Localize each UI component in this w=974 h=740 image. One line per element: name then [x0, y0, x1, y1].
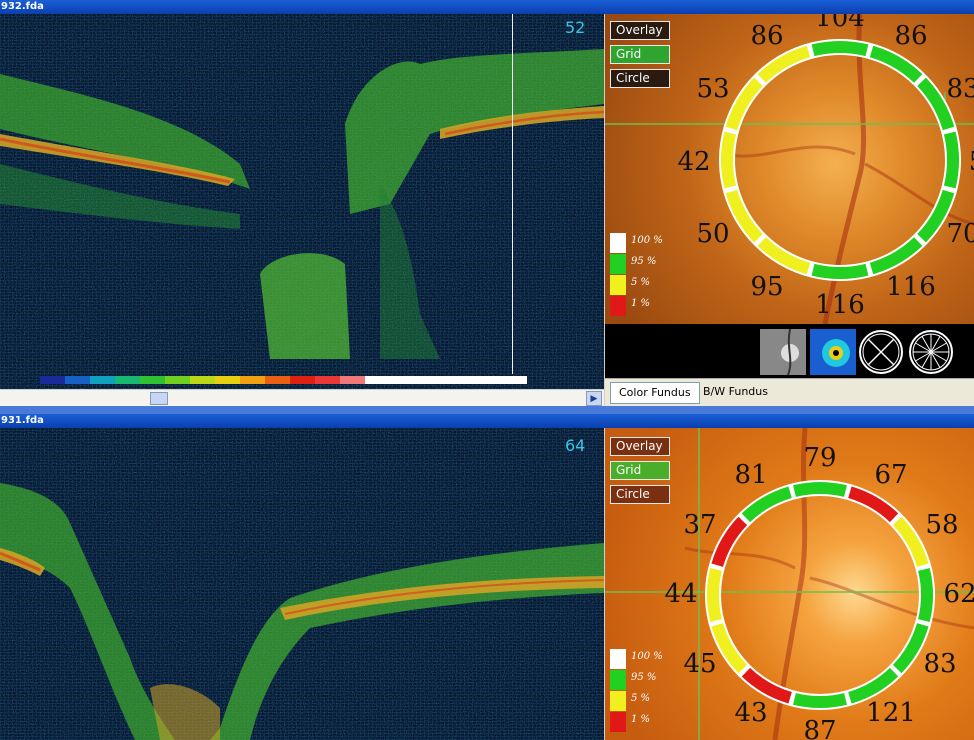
top-legend-100: 100 % — [610, 233, 690, 253]
top-legend-5: 5 % — [610, 275, 690, 295]
quadrant-grid-icon[interactable] — [858, 329, 904, 375]
top-thickness-circle — [719, 39, 961, 281]
bottom-overlay-toggle[interactable]: Overlay — [610, 437, 670, 456]
top-window-title: 932.fda — [0, 0, 974, 14]
top-slice-number: 52 — [565, 18, 586, 37]
bottom-sector-value-6: 87 — [803, 716, 837, 740]
ring-sector-8 — [725, 189, 763, 243]
ring-sector-3 — [918, 568, 933, 622]
bottom-slice-number: 64 — [565, 436, 586, 455]
top-oct-image — [0, 14, 604, 389]
top-sector-value-4: 70 — [946, 219, 974, 249]
bottom-oct-image — [0, 428, 604, 740]
bottom-sector-value-11: 81 — [734, 460, 768, 490]
top-grid-toggle[interactable]: Grid — [610, 45, 670, 64]
top-fundus-view[interactable]: Overlay Grid Circle 100 % 95 % 5 % 1 % 1… — [605, 14, 974, 324]
top-thumbnail-strip — [605, 324, 974, 378]
ring-sector-10 — [725, 77, 763, 131]
ring-sector-1 — [869, 45, 923, 83]
thickness-map-icon[interactable] — [810, 329, 856, 375]
fundus-tabs: Color Fundus B/W Fundus — [605, 378, 974, 407]
top-legend-1: 1 % — [610, 296, 690, 316]
scroll-right-arrow-icon[interactable]: ▶ — [586, 391, 602, 406]
ring-sector-5 — [869, 237, 923, 275]
bottom-grid-toggle[interactable]: Grid — [610, 461, 670, 480]
top-sector-value-7: 95 — [750, 272, 784, 302]
top-horizontal-scrollbar[interactable]: ▶ — [0, 389, 604, 406]
bottom-legend-100: 100 % — [610, 649, 690, 669]
clock-hour-grid-icon[interactable] — [908, 329, 954, 375]
panel-divider — [0, 406, 974, 414]
ring-sector-6 — [793, 693, 847, 708]
top-sector-value-2: 83 — [946, 74, 974, 104]
ring-sector-9 — [721, 131, 737, 189]
top-circle-toggle[interactable]: Circle — [610, 69, 670, 88]
top-oct-scan[interactable]: 52 — [0, 14, 604, 389]
bottom-sector-value-8: 45 — [683, 649, 717, 679]
ring-sector-11 — [741, 486, 793, 523]
ring-sector-4 — [892, 622, 929, 674]
bottom-legend-1: 1 % — [610, 712, 690, 732]
top-overlay-toggle[interactable]: Overlay — [610, 21, 670, 40]
ring-sector-8 — [711, 622, 748, 674]
ring-sector-2 — [917, 77, 955, 131]
top-legend-95: 95 % — [610, 254, 690, 274]
bottom-sector-value-5: 121 — [866, 698, 916, 728]
top-sector-value-9: 42 — [677, 147, 711, 177]
bottom-circle-toggle[interactable]: Circle — [610, 485, 670, 504]
bottom-sector-value-2: 58 — [925, 510, 959, 540]
ring-sector-12 — [793, 482, 847, 497]
ring-sector-10 — [711, 516, 748, 568]
bottom-oct-scan[interactable]: 64 — [0, 428, 604, 740]
bottom-sector-value-3: 62 — [943, 579, 974, 609]
fundus-thumbnail-icon[interactable] — [760, 329, 806, 375]
ring-sector-9 — [707, 568, 722, 622]
bottom-sector-value-9: 44 — [664, 579, 698, 609]
ring-sector-7 — [757, 237, 811, 275]
bottom-sector-value-7: 43 — [734, 698, 768, 728]
top-sector-value-5: 116 — [886, 272, 936, 302]
ring-sector-12 — [811, 41, 869, 57]
top-color-scale — [40, 376, 527, 384]
bottom-legend-5: 5 % — [610, 691, 690, 711]
bottom-sector-value-4: 83 — [923, 649, 957, 679]
tab-color-fundus[interactable]: Color Fundus — [610, 382, 700, 404]
top-sector-value-1: 86 — [894, 21, 928, 51]
bottom-sector-value-10: 37 — [683, 510, 717, 540]
bottom-legend-95: 95 % — [610, 670, 690, 690]
top-scan-cursor-line[interactable] — [512, 14, 513, 374]
bottom-sector-value-1: 67 — [874, 460, 908, 490]
bottom-fundus-view[interactable]: Overlay Grid Circle 100 % 95 % 5 % 1 % 7… — [605, 428, 974, 740]
bottom-sector-value-12: 79 — [803, 443, 837, 473]
top-sector-value-6: 116 — [815, 290, 865, 320]
ring-sector-1 — [847, 486, 899, 523]
top-sector-value-10: 53 — [696, 74, 730, 104]
ring-sector-11 — [757, 45, 811, 83]
ring-sector-5 — [847, 667, 899, 704]
top-scrollbar-thumb[interactable] — [150, 392, 168, 405]
top-sector-value-11: 86 — [750, 21, 784, 51]
ring-sector-6 — [811, 263, 869, 279]
top-sector-value-8: 50 — [696, 219, 730, 249]
top-sector-value-12: 104 — [815, 14, 865, 33]
ring-sector-4 — [917, 189, 955, 243]
ring-sector-3 — [943, 131, 959, 189]
bottom-thickness-circle — [705, 480, 935, 710]
bottom-window-title: 931.fda — [0, 414, 974, 428]
top-sector-value-3: 5 — [969, 147, 974, 177]
ring-sector-2 — [892, 516, 929, 568]
tab-bw-fundus[interactable]: B/W Fundus — [695, 382, 776, 402]
